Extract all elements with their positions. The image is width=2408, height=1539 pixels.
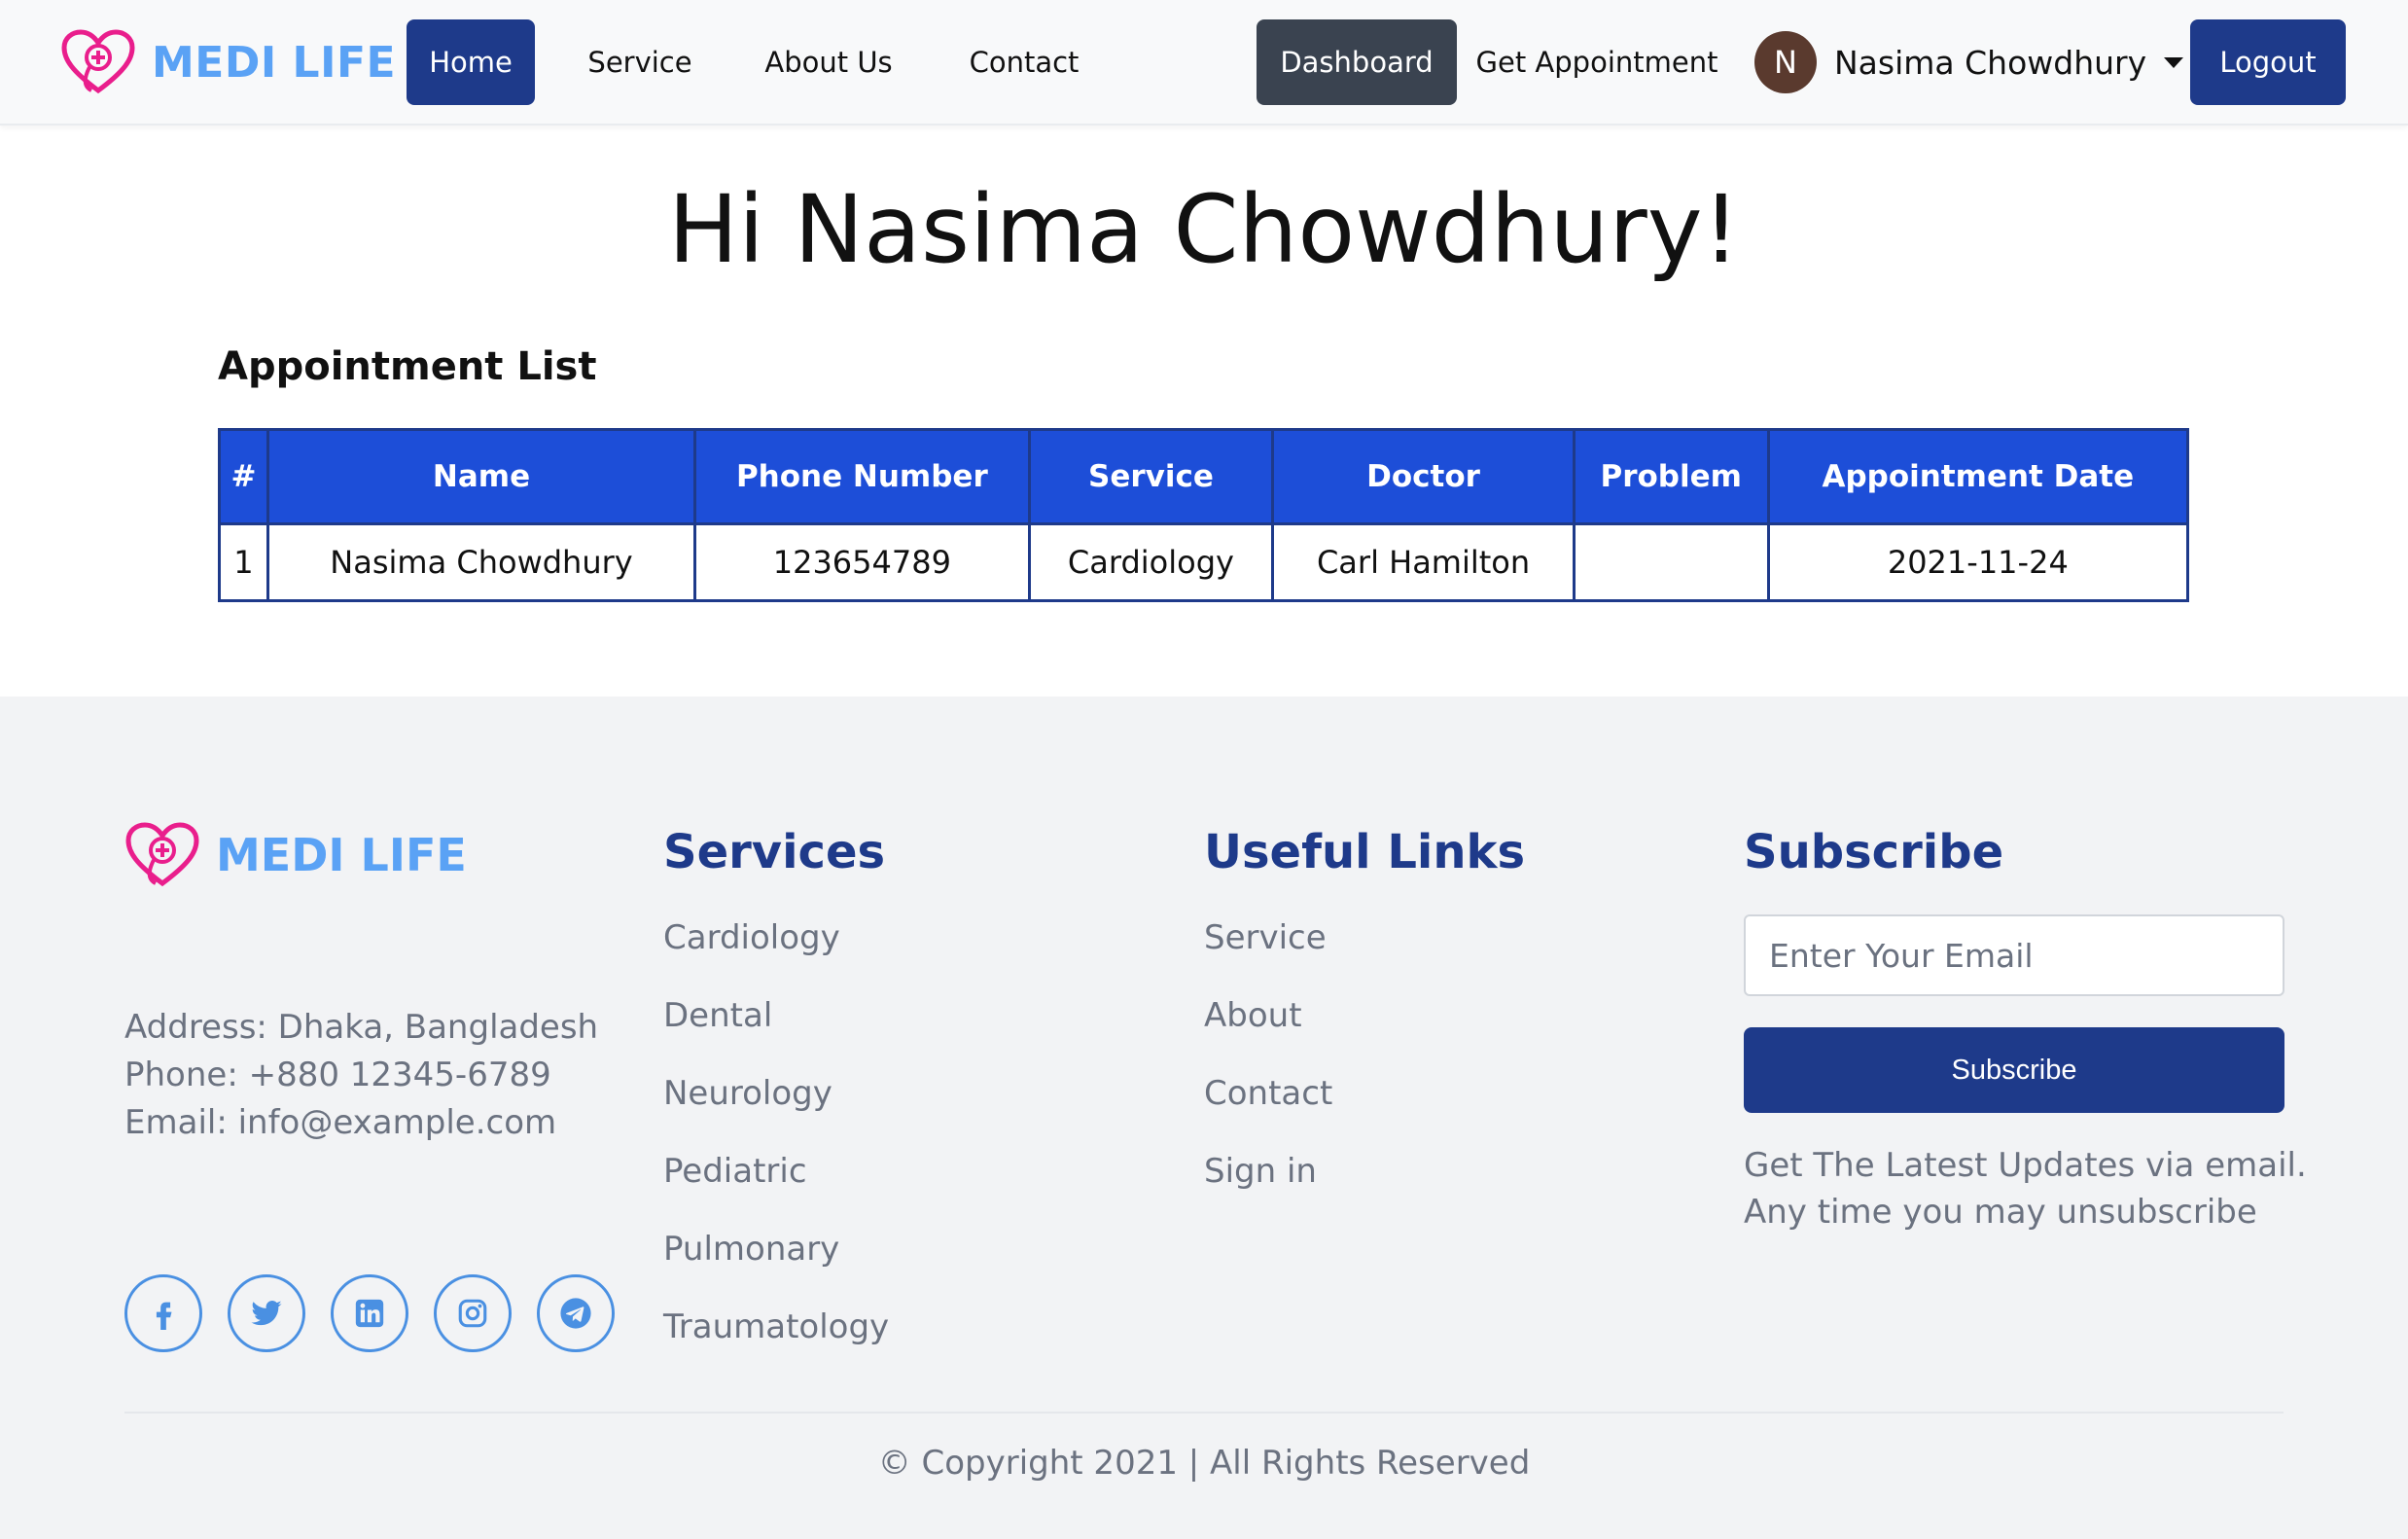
footer-phone: Phone: +880 12345-6789 xyxy=(124,1056,551,1094)
footer-service-link[interactable]: Traumatology xyxy=(663,1288,889,1366)
cell-phone: 123654789 xyxy=(693,522,1031,602)
brand[interactable]: MEDI LIFE xyxy=(60,27,396,97)
site-footer: MEDI LIFE Address: Dhaka, Bangladesh Pho… xyxy=(0,697,2408,1539)
nav-service-link[interactable]: Service xyxy=(568,19,712,105)
column-header: Service xyxy=(1027,428,1275,525)
facebook-icon[interactable] xyxy=(124,1274,202,1352)
nav-about-link[interactable]: About Us xyxy=(745,19,912,105)
footer-service-link[interactable]: Pulmonary xyxy=(663,1210,889,1288)
footer-useful-link[interactable]: Sign in xyxy=(1204,1132,1525,1210)
heart-stethoscope-logo-icon xyxy=(125,822,199,887)
user-name: Nasima Chowdhury xyxy=(1834,43,2147,82)
twitter-icon[interactable] xyxy=(228,1274,305,1352)
column-header: Doctor xyxy=(1271,428,1576,525)
greeting-title: Hi Nasima Chowdhury! xyxy=(667,175,1741,284)
column-header: Appointment Date xyxy=(1766,428,2190,525)
footer-service-link[interactable]: Neurology xyxy=(663,1055,889,1132)
user-menu-dropdown[interactable]: N Nasima Chowdhury xyxy=(1754,27,2184,97)
footer-links-title: Useful Links xyxy=(1204,825,1526,879)
footer-subscribe-column: Subscribe xyxy=(1744,825,2284,879)
heart-stethoscope-logo-icon xyxy=(61,29,135,94)
column-header: Phone Number xyxy=(693,428,1031,525)
logout-button[interactable]: Logout xyxy=(2190,19,2346,105)
column-header: # xyxy=(218,428,269,525)
footer-useful-link[interactable]: About xyxy=(1204,977,1525,1055)
subscribe-button[interactable]: Subscribe xyxy=(1744,1027,2284,1113)
footer-contact-info: Address: Dhaka, Bangladesh Phone: +880 1… xyxy=(124,1004,598,1147)
column-header: Problem xyxy=(1572,428,1770,525)
nav-get-appointment-link[interactable]: Get Appointment xyxy=(1465,19,1729,105)
footer-useful-links-column: Useful Links Service About Contact Sign … xyxy=(1204,825,1525,1210)
cell-name: Nasima Chowdhury xyxy=(266,522,697,602)
footer-divider xyxy=(124,1412,2284,1414)
subscribe-email-input[interactable] xyxy=(1744,914,2284,996)
appointment-table-wrapper: # Name Phone Number Service Doctor Probl… xyxy=(218,428,2190,602)
footer-services-column: Services Cardiology Dental Neurology Ped… xyxy=(663,825,889,1366)
footer-services-title: Services xyxy=(663,825,886,879)
instagram-icon[interactable] xyxy=(434,1274,512,1352)
footer-useful-link[interactable]: Contact xyxy=(1204,1055,1525,1132)
subscribe-note-line: Any time you may unsubscribe xyxy=(1744,1193,2257,1232)
subscribe-note: Get The Latest Updates via email. Any ti… xyxy=(1744,1142,2327,1235)
nav-home-button[interactable]: Home xyxy=(407,19,535,105)
cell-problem xyxy=(1572,522,1770,602)
caret-down-icon xyxy=(2164,56,2184,68)
footer-address: Address: Dhaka, Bangladesh xyxy=(124,1008,599,1047)
footer-service-link[interactable]: Dental xyxy=(663,977,889,1055)
social-links xyxy=(124,1274,615,1352)
telegram-icon[interactable] xyxy=(537,1274,615,1352)
table-header-row: # Name Phone Number Service Doctor Probl… xyxy=(218,428,2190,525)
nav-dashboard-button[interactable]: Dashboard xyxy=(1257,19,1457,105)
cell-doctor: Carl Hamilton xyxy=(1271,522,1576,602)
linkedin-icon[interactable] xyxy=(331,1274,408,1352)
column-header: Name xyxy=(266,428,697,525)
footer-service-link[interactable]: Cardiology xyxy=(663,899,889,977)
copyright-text: © Copyright 2021 | All Rights Reserved xyxy=(877,1444,1531,1483)
appointment-list-title: Appointment List xyxy=(218,344,597,389)
cell-service: Cardiology xyxy=(1027,522,1275,602)
footer-useful-link[interactable]: Service xyxy=(1204,899,1525,977)
footer-email: Email: info@example.com xyxy=(124,1103,557,1142)
footer-brand[interactable]: MEDI LIFE xyxy=(124,821,467,889)
top-navbar: MEDI LIFE Home Service About Us Contact … xyxy=(0,0,2408,125)
cell-appointment-date: 2021-11-24 xyxy=(1766,522,2190,602)
subscribe-note-line: Get The Latest Updates via email. xyxy=(1744,1146,2307,1185)
cell-index: 1 xyxy=(218,522,269,602)
avatar: N xyxy=(1754,31,1817,93)
table-row: 1 Nasima Chowdhury 123654789 Cardiology … xyxy=(218,522,2190,602)
footer-subscribe-title: Subscribe xyxy=(1744,825,2004,879)
brand-name: MEDI LIFE xyxy=(152,37,397,88)
footer-service-link[interactable]: Pediatric xyxy=(663,1132,889,1210)
nav-contact-link[interactable]: Contact xyxy=(945,19,1103,105)
footer-brand-name: MEDI LIFE xyxy=(216,829,467,881)
appointment-table: # Name Phone Number Service Doctor Probl… xyxy=(218,428,2190,602)
